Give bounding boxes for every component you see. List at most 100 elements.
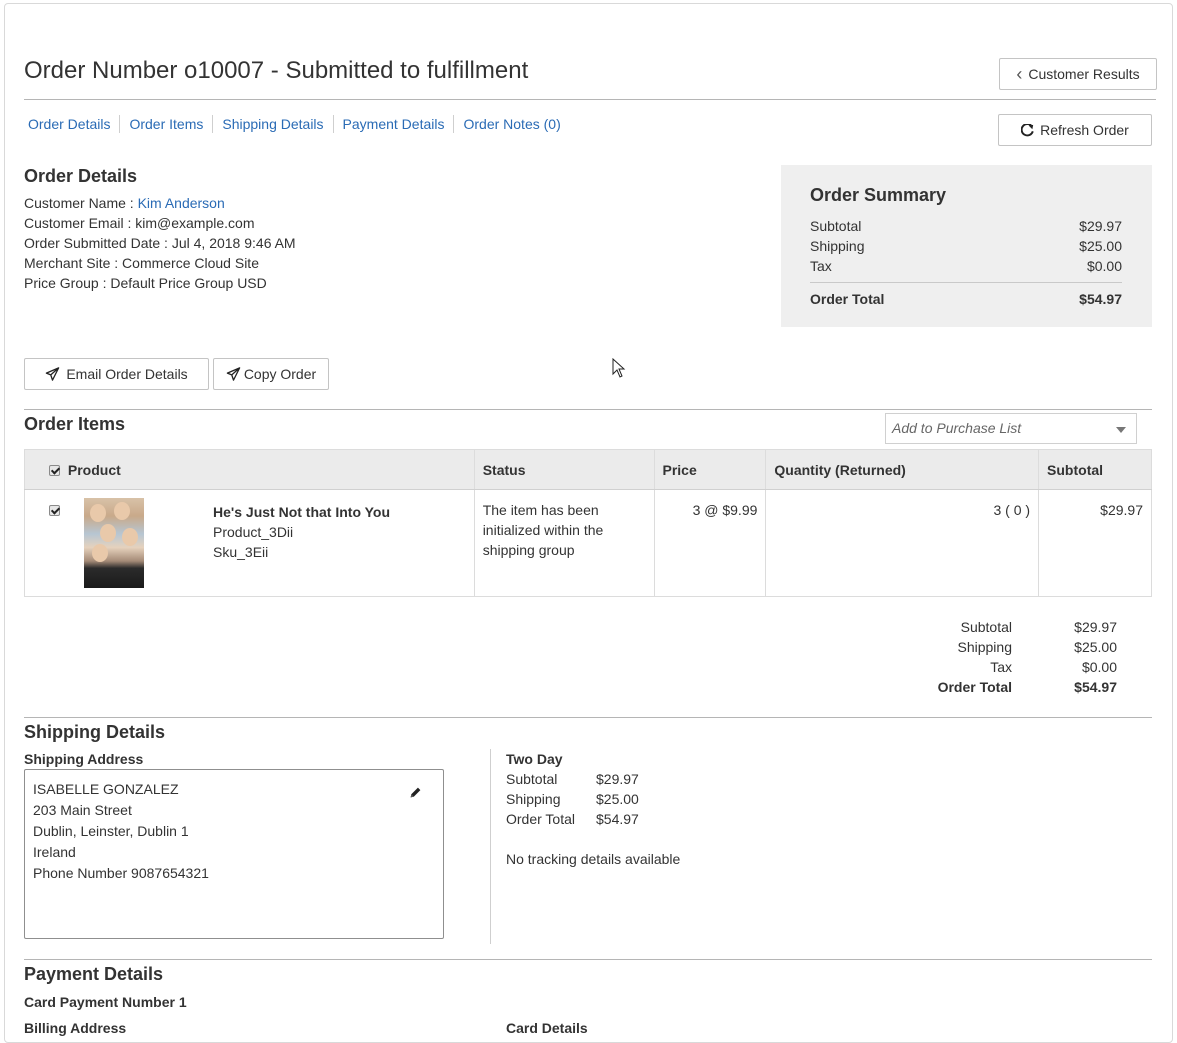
address-street: 203 Main Street	[33, 802, 132, 818]
order-items-table: Product Status Price Quantity (Returned)…	[24, 449, 1152, 597]
select-all-checkbox[interactable]	[49, 464, 60, 476]
summary-total-row: Order Total $54.97	[810, 282, 1122, 310]
subtotal-column-header: Subtotal	[1038, 449, 1152, 490]
table-header-row: Product Status Price Quantity (Returned)…	[24, 449, 1152, 490]
chevron-down-icon	[1116, 427, 1126, 433]
payment-divider	[24, 959, 1152, 960]
order-summary-panel: Order Summary Subtotal $29.97 Shipping $…	[781, 165, 1152, 327]
tab-payment-details[interactable]: Payment Details	[332, 115, 454, 133]
tab-shipping-details[interactable]: Shipping Details	[212, 115, 332, 133]
items-tax-label: Tax	[990, 659, 1012, 675]
items-subtotal-value: $29.97	[1074, 619, 1117, 635]
add-to-purchase-list-select[interactable]: Add to Purchase List	[885, 413, 1137, 444]
shipping-subtotal-row: Subtotal $29.97	[506, 769, 680, 789]
items-tax-value: $0.00	[1081, 659, 1117, 675]
tab-order-items[interactable]: Order Items	[119, 115, 212, 133]
order-items-heading: Order Items	[24, 414, 126, 434]
summary-tax-row: Tax $0.00	[810, 256, 1122, 276]
customer-name-link[interactable]: Kim Anderson	[138, 195, 225, 211]
order-details-heading: Order Details	[24, 166, 138, 186]
shipping-cost-row: Shipping $25.00	[506, 789, 680, 809]
customer-email: Customer Email : kim@example.com	[24, 215, 255, 231]
items-shipping-label: Shipping	[957, 639, 1013, 655]
price-column-header: Price	[654, 449, 767, 490]
order-submitted-date: Order Submitted Date : Jul 4, 2018 9:46 …	[24, 235, 296, 251]
summary-shipping-row: Shipping $25.00	[810, 236, 1122, 256]
shipping-group-summary: Two Day Subtotal $29.97 Shipping $25.00 …	[506, 749, 680, 869]
email-order-details-button[interactable]: Email Order Details	[24, 358, 209, 390]
items-totals: Subtotal $29.97 Shipping $25.00 Tax $0.0…	[882, 617, 1117, 697]
quantity-cell: 3 ( 0 )	[765, 489, 1040, 597]
address-country: Ireland	[33, 844, 76, 860]
price-cell: 3 @ $9.99	[654, 489, 767, 597]
order-items-divider	[24, 409, 1152, 410]
send-icon	[46, 367, 60, 381]
summary-subtotal-row: Subtotal $29.97	[810, 216, 1122, 236]
items-subtotal-label: Subtotal	[960, 619, 1012, 635]
items-tax-row: Tax $0.00	[882, 657, 1117, 677]
customer-name-label: Customer Name :	[24, 195, 138, 211]
mouse-cursor-icon	[612, 358, 626, 378]
tab-order-notes[interactable]: Order Notes (0)	[453, 115, 569, 133]
price-group: Price Group : Default Price Group USD	[24, 275, 267, 291]
tracking-info: No tracking details available	[506, 851, 681, 867]
shipping-total-value: $54.97	[596, 811, 639, 827]
items-shipping-value: $25.00	[1074, 639, 1117, 655]
product-header-label: Product	[67, 461, 121, 478]
shipping-subtotal-label: Subtotal	[506, 771, 558, 787]
table-row: He's Just Not that Into You Product_3Dii…	[24, 489, 1152, 597]
product-image[interactable]	[84, 498, 144, 588]
shipping-column-divider	[490, 749, 491, 944]
shipping-total-label: Order Total	[506, 811, 575, 827]
summary-shipping-label: Shipping	[810, 238, 865, 254]
shipping-address-label: Shipping Address	[24, 751, 144, 767]
status-cell: The item has been initialized within the…	[474, 489, 655, 597]
shipping-method: Two Day	[506, 751, 563, 767]
copy-order-label: Copy Order	[243, 366, 317, 382]
billing-address-label: Billing Address	[24, 1020, 127, 1036]
items-total-label: Order Total	[937, 679, 1012, 695]
refresh-order-label: Refresh Order	[1040, 122, 1129, 138]
address-city: Dublin, Leinster, Dublin 1	[33, 823, 189, 839]
chevron-left-icon: ‹	[1016, 64, 1023, 84]
shipping-subtotal-value: $29.97	[596, 771, 639, 787]
item-checkbox[interactable]	[49, 505, 60, 516]
items-shipping-row: Shipping $25.00	[882, 637, 1118, 657]
order-summary-title: Order Summary	[810, 185, 947, 205]
items-subtotal-row: Subtotal $29.97	[882, 617, 1117, 637]
shipping-divider	[24, 717, 1152, 718]
shipping-address-box: ISABELLE GONZALEZ 203 Main Street Dublin…	[24, 769, 444, 939]
summary-total-value: $54.97	[1079, 291, 1122, 307]
summary-tax-value: $0.00	[1086, 258, 1122, 274]
card-payment-title: Card Payment Number 1	[24, 994, 187, 1010]
product-column-header: Product	[24, 449, 475, 490]
tab-order-details[interactable]: Order Details	[24, 115, 119, 133]
quantity-column-header: Quantity (Returned)	[765, 449, 1040, 490]
page-title: Order Number o10007 - Submitted to fulfi…	[24, 57, 529, 84]
customer-results-button[interactable]: ‹ Customer Results	[999, 58, 1157, 90]
status-column-header: Status	[474, 449, 655, 490]
edit-pencil-icon[interactable]	[409, 786, 422, 799]
shipping-total-row: Order Total $54.97	[506, 809, 680, 829]
refresh-order-button[interactable]: Refresh Order	[998, 114, 1152, 146]
product-name: He's Just Not that Into You	[213, 504, 391, 520]
address-name: ISABELLE GONZALEZ	[33, 781, 179, 797]
copy-order-button[interactable]: Copy Order	[213, 358, 329, 390]
order-details-info: Customer Name : Kim Anderson Customer Em…	[24, 193, 296, 293]
merchant-site: Merchant Site : Commerce Cloud Site	[24, 255, 259, 271]
shipping-cost-label: Shipping	[506, 791, 561, 807]
subtotal-cell: $29.97	[1038, 489, 1152, 597]
summary-subtotal-label: Subtotal	[810, 218, 862, 234]
items-total-row: Order Total $54.97	[882, 677, 1117, 697]
refresh-icon	[1021, 123, 1034, 136]
items-total-value: $54.97	[1074, 679, 1117, 695]
summary-tax-label: Tax	[810, 258, 832, 274]
summary-subtotal-value: $29.97	[1079, 218, 1122, 234]
customer-results-label: Customer Results	[1028, 66, 1140, 82]
send-icon	[226, 367, 241, 381]
payment-details-heading: Payment Details	[24, 964, 164, 984]
purchase-list-placeholder: Add to Purchase List	[892, 420, 1022, 436]
product-id: Product_3Dii	[213, 524, 294, 540]
summary-shipping-value: $25.00	[1079, 238, 1122, 254]
shipping-cost-value: $25.00	[596, 791, 639, 807]
